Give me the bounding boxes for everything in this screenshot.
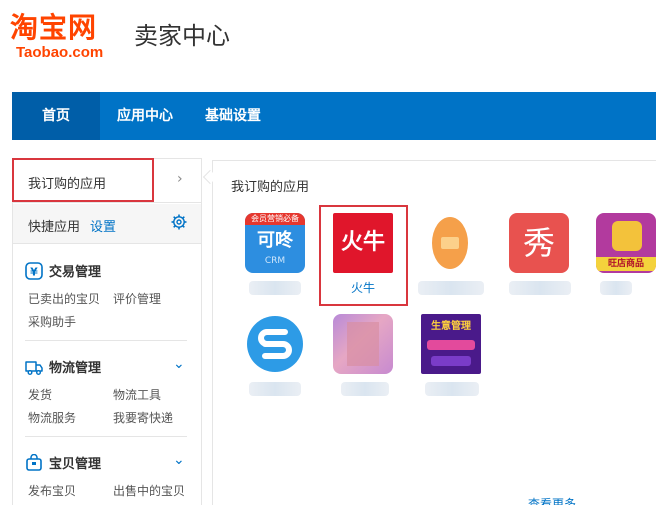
link-logistics-services[interactable]: 物流服务 <box>28 409 76 426</box>
truck-icon <box>25 361 43 375</box>
main-navbar: 首页 应用中心 基础设置 <box>12 92 656 140</box>
yen-icon: ¥ <box>25 262 43 280</box>
app-icon: 火牛 <box>333 213 393 273</box>
nav-home[interactable]: 首页 <box>12 92 100 140</box>
card-icon <box>441 237 459 249</box>
app-icon-text: 旺店商品 <box>596 257 656 271</box>
e-logo-icon <box>247 316 303 372</box>
svg-text:¥: ¥ <box>30 266 38 279</box>
gear-icon[interactable] <box>171 214 187 230</box>
sidebar: 我订购的应用 › 快捷应用 设置 ¥ 交易管理 已卖出的宝贝 评价管理 采购助手… <box>12 158 202 505</box>
logo-en-text: Taobao.com <box>16 44 104 61</box>
banner-stripe <box>431 356 471 366</box>
section-title: 物流管理 <box>49 361 102 376</box>
sidebar-item-subscribed-apps[interactable]: 我订购的应用 › <box>13 159 201 203</box>
app-name: 火牛 <box>350 281 375 295</box>
blurred-app-name <box>341 382 389 396</box>
blurred-app-name <box>249 281 301 295</box>
view-more-link[interactable]: 查看更多 <box>528 495 576 505</box>
blurred-app-name <box>600 281 632 295</box>
app-icon-text: 生意管理 <box>431 321 471 332</box>
app-icon: 生意管理 <box>421 314 481 374</box>
app-icon <box>420 213 480 273</box>
blurred-app-name <box>418 281 484 295</box>
blurred-image <box>347 322 379 366</box>
sidebar-item-label: 我订购的应用 <box>28 177 107 192</box>
mascot-icon <box>612 221 642 251</box>
blurred-app-name <box>425 382 479 396</box>
banner-stripe <box>427 340 475 350</box>
page-title: 卖家中心 <box>134 22 230 50</box>
divider <box>25 436 187 437</box>
taobao-logo[interactable]: 淘宝网 Taobao.com <box>10 12 125 64</box>
link-purchase-assistant[interactable]: 采购助手 <box>28 313 76 330</box>
link-send-express[interactable]: 我要寄快递 <box>113 409 173 426</box>
app-badge: 会员营销必备 <box>245 213 305 225</box>
app-icon-text: 秀 <box>522 224 555 262</box>
divider <box>25 340 187 341</box>
chevron-right-icon: › <box>177 171 183 187</box>
app-icon <box>245 314 305 374</box>
app-icon: 秀 <box>509 213 569 273</box>
app-icon-subtext: CRM <box>264 256 286 266</box>
link-logistics-tools[interactable]: 物流工具 <box>113 386 161 403</box>
link-review-management[interactable]: 评价管理 <box>113 290 161 307</box>
chevron-down-icon[interactable]: ⌄ <box>173 452 185 468</box>
section-title: 宝贝管理 <box>49 457 102 472</box>
logo-cn-text: 淘宝网 <box>10 11 98 44</box>
blurred-app-name <box>249 382 301 396</box>
link-sold-items[interactable]: 已卖出的宝贝 <box>28 290 100 307</box>
nav-app-center[interactable]: 应用中心 <box>112 92 178 140</box>
blurred-app-name <box>509 281 571 295</box>
app-icon-text: 可咚 <box>257 230 293 251</box>
app-icon: 旺店商品 <box>596 213 656 273</box>
app-icon: 会员营销必备 可咚 CRM <box>245 213 305 273</box>
quick-apps-label: 快捷应用 <box>28 220 81 235</box>
link-items-on-sale[interactable]: 出售中的宝贝 <box>113 482 185 499</box>
link-publish-item[interactable]: 发布宝贝 <box>28 482 76 499</box>
nav-basic-settings[interactable]: 基础设置 <box>200 92 266 140</box>
app-icon <box>333 314 393 374</box>
seller-center-page: 淘宝网 Taobao.com 卖家中心 首页 应用中心 基础设置 我订购的应用 … <box>0 0 656 505</box>
link-ship[interactable]: 发货 <box>28 386 52 403</box>
quick-apps-setting-link[interactable]: 设置 <box>90 216 116 235</box>
app-icon-text: 火牛 <box>340 230 385 255</box>
section-title: 交易管理 <box>49 265 102 280</box>
panel-title: 我订购的应用 <box>231 180 310 195</box>
bag-icon <box>26 454 42 471</box>
quick-apps-row: 快捷应用 设置 <box>13 204 201 244</box>
chevron-down-icon[interactable]: ⌄ <box>173 356 185 372</box>
